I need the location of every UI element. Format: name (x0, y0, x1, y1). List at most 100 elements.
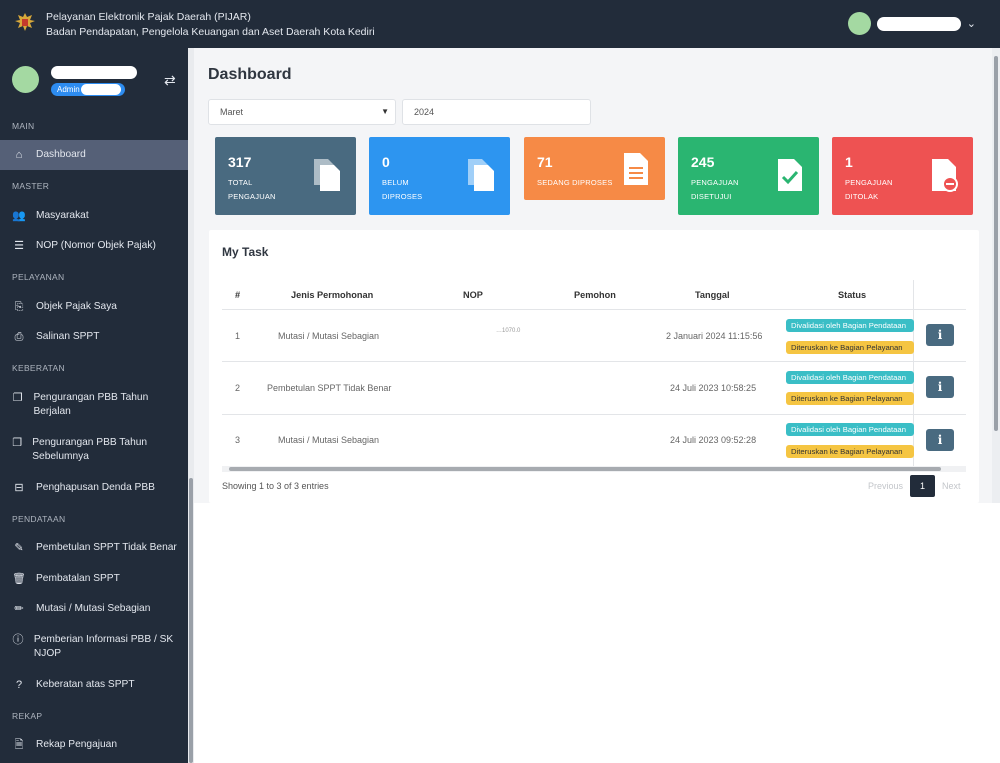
sidebar-item-penghapusan-denda[interactable]: ⊟ Penghapusan Denda PBB (0, 481, 188, 495)
info-button[interactable]: i (926, 429, 954, 451)
card-sedang-diproses: 71 SEDANG DIPROSES (524, 137, 665, 200)
card-value: 71 (537, 154, 553, 170)
copy-icon: ❐ (12, 437, 23, 449)
file-download-icon: ⎙ (14, 331, 24, 343)
month-select[interactable]: Maret ▼ (208, 99, 396, 125)
cell-no: 1 (235, 331, 241, 341)
status-badge: Diteruskan ke Bagian Pelayanan (786, 445, 914, 458)
column-header-status[interactable]: Status (838, 290, 866, 300)
username-redacted (876, 16, 961, 31)
sidebar-item-rekap-pengajuan[interactable]: 🗎 Rekap Pengajuan (0, 738, 188, 752)
card-belum-diproses: 0 BELUM DIPROSES (369, 137, 510, 215)
user-menu[interactable]: ⌄ (847, 12, 976, 35)
pagination-next[interactable]: Next (942, 481, 961, 491)
copy-icon: ❐ (12, 392, 23, 404)
cell-no: 3 (235, 435, 241, 445)
file-alt-icon: 🗎 (14, 739, 24, 751)
section-keberatan: KEBERATAN (12, 363, 65, 373)
section-master: MASTER (12, 181, 50, 191)
card-label: PENGAJUAN DITOLAK (845, 178, 893, 201)
sidebar-item-label: Mutasi / Mutasi Sebagian (36, 603, 151, 614)
sidebar-item-pemberian-informasi[interactable]: ⓘ Pemberian Informasi PBB / SK NJOP (0, 633, 178, 661)
sidebar-item-label: Pengurangan PBB Tahun Berjalan (33, 392, 149, 417)
sidebar-item-label: Pembatalan SPPT (36, 573, 120, 584)
card-label: BELUM DIPROSES (382, 178, 423, 201)
status-badge: Divalidasi oleh Bagian Pendataan (786, 371, 914, 384)
chevron-down-icon: ▼ (381, 107, 389, 116)
sidebar-item-mutasi[interactable]: ✏ Mutasi / Mutasi Sebagian (0, 602, 188, 616)
sidebar-item-pembatalan-sppt[interactable]: 🗑 Pembatalan SPPT (0, 572, 188, 586)
card-pengajuan-ditolak: 1 PENGAJUAN DITOLAK (832, 137, 973, 215)
home-icon: ⌂ (15, 149, 23, 161)
section-rekap: REKAP (12, 711, 43, 721)
column-header-pemohon[interactable]: Pemohon (574, 290, 616, 300)
card-value: 245 (691, 154, 715, 170)
card-total-pengajuan: 317 TOTAL PENGAJUAN (215, 137, 356, 215)
column-header-nop[interactable]: NOP (463, 290, 483, 300)
role-label: Admin (57, 85, 80, 94)
avatar (847, 12, 871, 35)
sidebar-item-dashboard[interactable]: ⌂ Dashboard (0, 140, 188, 170)
info-button[interactable]: i (926, 376, 954, 398)
card-label: SEDANG DIPROSES (537, 178, 613, 187)
users-icon: 👥 (12, 210, 26, 222)
trash-icon: 🗑 (12, 573, 26, 585)
sidebar-item-objek-pajak-saya[interactable]: ⎘ Objek Pajak Saya (0, 300, 188, 314)
sidebar-item-label: Salinan SPPT (36, 331, 100, 342)
list-icon: ☰ (14, 240, 24, 252)
row-divider (222, 414, 966, 415)
card-pengajuan-disetujui: 245 PENGAJUAN DISETUJUI (678, 137, 819, 215)
sidebar-item-masyarakat[interactable]: 👥 Masyarakat (0, 209, 188, 223)
sidebar-item-label: Dashboard (36, 149, 86, 160)
chevron-down-icon: ⌄ (966, 18, 976, 30)
app-title-line2: Badan Pendapatan, Pengelola Keuangan dan… (46, 26, 375, 38)
sidebar: Admin ⇄ MAIN ⌂ Dashboard MASTER 👥 Masyar… (0, 48, 188, 763)
sidebar-item-keberatan-sppt[interactable]: ? Keberatan atas SPPT (0, 678, 188, 692)
cell-jenis: Mutasi / Mutasi Sebagian (278, 331, 380, 341)
column-header-jenis[interactable]: Jenis Permohonan (291, 290, 373, 300)
edit-icon: ✎ (14, 542, 24, 554)
my-task-title: My Task (222, 245, 269, 259)
sidebar-item-salinan-sppt[interactable]: ⎙ Salinan SPPT (0, 330, 188, 344)
money-icon: ⊟ (14, 482, 24, 494)
year-input[interactable]: 2024 (402, 99, 591, 125)
role-redacted (81, 84, 121, 95)
profile-name-redacted (51, 66, 137, 79)
pagination-page-1[interactable]: 1 (910, 475, 935, 497)
garuda-emblem-icon (15, 13, 35, 31)
pencil-icon: ✏ (14, 603, 24, 615)
avatar (12, 66, 39, 93)
card-label: TOTAL PENGAJUAN (228, 178, 276, 201)
top-bar: Pelayanan Elektronik Pajak Daerah (PIJAR… (0, 0, 1000, 48)
info-button[interactable]: i (926, 324, 954, 346)
document-icon (624, 153, 648, 185)
sidebar-item-pengurangan-berjalan[interactable]: ❐ Pengurangan PBB Tahun Berjalan (0, 391, 160, 419)
status-badge: Diteruskan ke Bagian Pelayanan (786, 392, 914, 405)
sidebar-item-label: Masyarakat (36, 210, 89, 221)
cell-tanggal: 2 Januari 2024 11:15:56 (666, 331, 763, 341)
document-minus-icon (932, 159, 958, 192)
page-title: Dashboard (208, 66, 292, 83)
main-scrollbar-thumb[interactable] (994, 56, 998, 431)
pagination-previous[interactable]: Previous (868, 481, 903, 491)
sidebar-item-label: Penghapusan Denda PBB (36, 482, 155, 493)
file-export-icon: ⎘ (14, 301, 24, 313)
table-horizontal-scrollbar-thumb[interactable] (229, 467, 941, 471)
document-check-icon (778, 159, 802, 191)
sidebar-item-pembetulan-sppt[interactable]: ✎ Pembetulan SPPT Tidak Benar (0, 541, 188, 555)
sidebar-item-pengurangan-sebelumnya[interactable]: ❐ Pengurangan PBB Tahun Sebelumnya (0, 436, 160, 464)
swap-icon[interactable]: ⇄ (164, 72, 176, 89)
row-divider (222, 309, 966, 310)
column-header-tanggal[interactable]: Tanggal (695, 290, 730, 300)
column-header-no[interactable]: # (235, 290, 240, 300)
question-circle-icon: ? (15, 679, 23, 691)
profile: Admin ⇄ (12, 64, 182, 104)
sidebar-scrollbar-thumb[interactable] (189, 478, 193, 763)
role-badge: Admin (51, 83, 125, 96)
card-value: 1 (845, 154, 853, 170)
sidebar-item-label: Objek Pajak Saya (36, 301, 117, 312)
status-badge: Diteruskan ke Bagian Pelayanan (786, 341, 914, 354)
sidebar-item-nop[interactable]: ☰ NOP (Nomor Objek Pajak) (0, 239, 188, 253)
sidebar-item-label: Keberatan atas SPPT (36, 679, 135, 690)
cell-tanggal: 24 Juli 2023 10:58:25 (670, 383, 757, 393)
